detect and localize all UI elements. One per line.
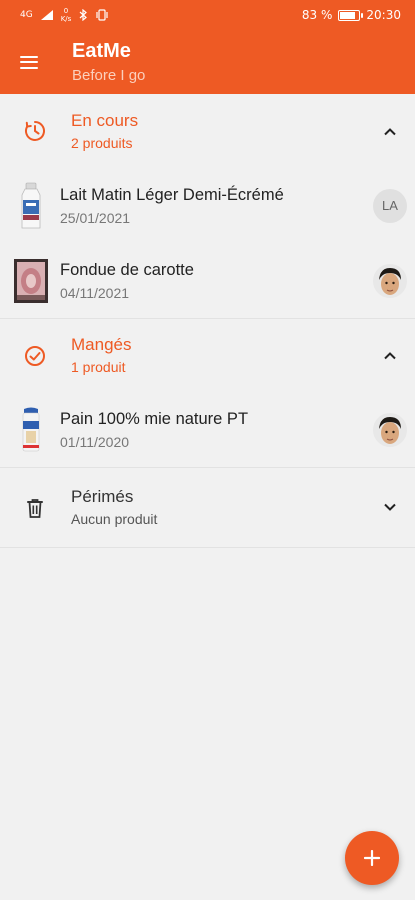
- chevron-up-icon[interactable]: [365, 351, 415, 360]
- check-circle-icon: [0, 344, 70, 368]
- vibrate-icon: [95, 9, 109, 21]
- list-item[interactable]: Pain 100% mie nature PT 01/11/2020: [0, 392, 415, 467]
- chevron-up-icon[interactable]: [365, 127, 415, 136]
- menu-icon: [20, 55, 38, 69]
- data-rate-value: 0: [63, 7, 69, 15]
- bluetooth-icon: [79, 9, 88, 21]
- section-header-manges[interactable]: Mangés 1 produit: [0, 319, 415, 392]
- section-divider: [0, 547, 415, 548]
- section-count: 2 produits: [71, 134, 133, 151]
- data-rate-unit: K/s: [60, 15, 72, 23]
- section-title: En cours: [71, 110, 139, 130]
- product-thumbnail-milk: [0, 182, 58, 230]
- product-name: Fondue de carotte: [60, 260, 194, 279]
- avatar[interactable]: LA: [373, 188, 407, 223]
- app-subtitle: Before I go: [72, 67, 146, 84]
- product-name: Lait Matin Léger Demi-Écrémé: [60, 185, 284, 204]
- section-header-en-cours[interactable]: En cours 2 produits: [0, 94, 415, 168]
- app-titles: EatMe Before I go: [58, 30, 145, 87]
- list-item[interactable]: Fondue de carotte 04/11/2021: [0, 243, 415, 318]
- product-name: Pain 100% mie nature PT: [60, 409, 249, 428]
- app-bar: EatMe Before I go: [0, 30, 415, 94]
- battery-percentage: 83 %: [301, 8, 333, 22]
- data-rate: 0 K/s: [61, 7, 72, 23]
- status-right: 83 % 20:30: [302, 8, 401, 22]
- status-left: 4G 0 K/s: [20, 7, 109, 23]
- clock-icon: [0, 119, 70, 143]
- product-date: 25/01/2021: [60, 209, 131, 226]
- chevron-down-icon[interactable]: [365, 503, 415, 512]
- trash-icon: [0, 497, 70, 519]
- list-item[interactable]: Lait Matin Léger Demi-Écrémé 25/01/2021 …: [0, 168, 415, 243]
- battery-fill: [340, 11, 356, 19]
- section-title: Périmés: [71, 487, 134, 506]
- avatar[interactable]: [373, 263, 407, 298]
- plus-icon: [364, 850, 380, 866]
- battery-icon: [338, 9, 364, 21]
- product-date: 01/11/2020: [60, 433, 130, 450]
- product-thumbnail-bread: [0, 407, 58, 453]
- menu-button[interactable]: [0, 30, 58, 94]
- status-bar: 4G 0 K/s 83 % 20:30: [0, 0, 415, 30]
- avatar[interactable]: [373, 412, 407, 447]
- section-count: Aucun produit: [71, 511, 158, 527]
- section-header-perimes[interactable]: Périmés Aucun produit: [0, 468, 415, 547]
- network-indicator: 4G: [20, 9, 33, 20]
- product-date: 04/11/2021: [60, 284, 130, 301]
- section-title: Mangés: [71, 335, 132, 354]
- app-title: EatMe: [72, 40, 131, 62]
- clock-time: 20:30: [366, 8, 401, 22]
- product-thumbnail-fondue: [0, 258, 58, 303]
- section-count: 1 produit: [71, 359, 126, 375]
- add-product-button[interactable]: [345, 831, 399, 885]
- signal-icon: [40, 10, 53, 20]
